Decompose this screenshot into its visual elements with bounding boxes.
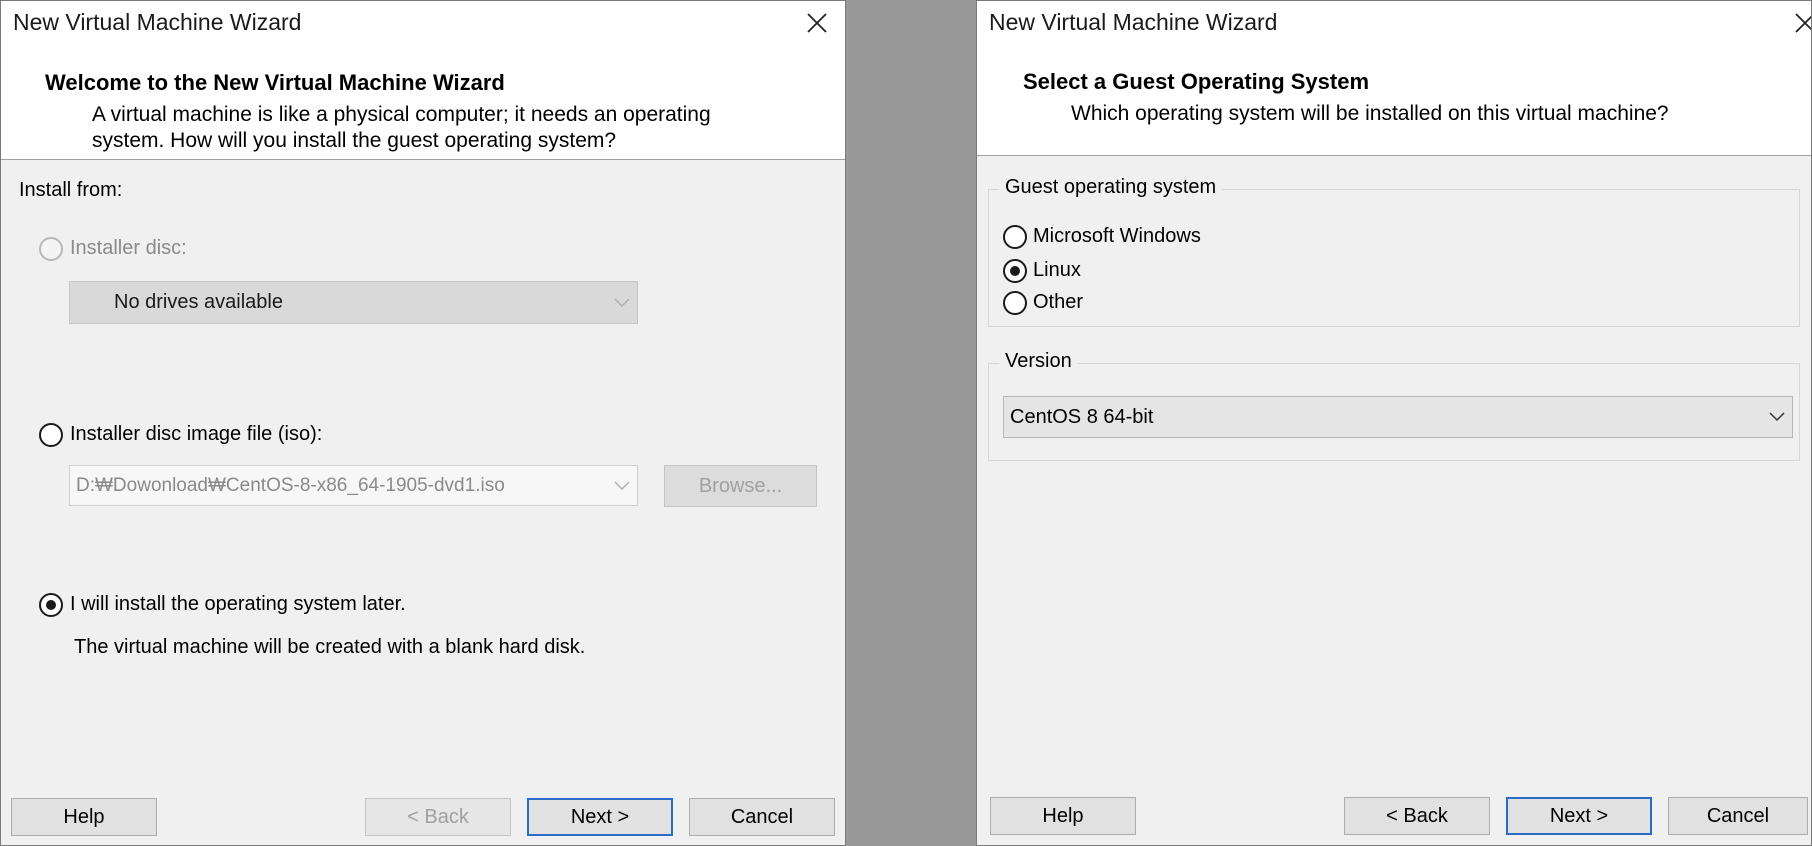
version-group-title: Version (999, 350, 1078, 373)
chevron-down-icon (607, 297, 637, 308)
wizard-header: Welcome to the New Virtual Machine Wizar… (1, 43, 845, 160)
back-button[interactable]: < Back (365, 798, 511, 836)
next-button[interactable]: Next > (1506, 797, 1652, 835)
wizard-window-guest-os: New Virtual Machine Wizard Select a Gues… (976, 0, 1812, 846)
install-later-note: The virtual machine will be created with… (74, 636, 586, 658)
close-button[interactable] (1785, 5, 1811, 41)
version-select[interactable]: CentOS 8 64-bit (1003, 396, 1793, 438)
wizard-header: Select a Guest Operating System Which op… (977, 43, 1811, 156)
guest-os-group: Guest operating system Microsoft Windows… (988, 176, 1800, 327)
os-radio-windows[interactable] (1003, 225, 1027, 249)
installer-disc-radio[interactable] (39, 237, 63, 261)
os-radio-linux[interactable] (1003, 259, 1027, 283)
os-label-other: Other (1033, 291, 1084, 313)
iso-path-combo[interactable]: D:₩Dowonload₩CentOS-8-x86_64-1905-dvd1.i… (69, 465, 638, 506)
chevron-down-icon (1762, 412, 1792, 422)
install-later-label: I will install the operating system late… (70, 593, 406, 615)
wizard-window-install-source: New Virtual Machine Wizard Welcome to th… (0, 0, 846, 846)
cancel-button[interactable]: Cancel (689, 798, 835, 836)
title-bar: New Virtual Machine Wizard (977, 1, 1811, 43)
drive-select-value: No drives available (114, 291, 283, 313)
help-button[interactable]: Help (990, 797, 1136, 835)
next-button[interactable]: Next > (527, 798, 673, 836)
install-from-label: Install from: (19, 179, 123, 201)
iso-file-radio[interactable] (39, 423, 63, 447)
guest-os-group-title: Guest operating system (999, 176, 1223, 199)
close-button[interactable] (797, 5, 837, 41)
os-label-windows: Microsoft Windows (1033, 225, 1201, 247)
wizard-description: Which operating system will be installed… (1071, 102, 1669, 125)
close-icon (807, 13, 827, 33)
version-select-value: CentOS 8 64-bit (1010, 405, 1154, 428)
iso-file-label: Installer disc image file (iso): (70, 423, 323, 445)
os-radio-other[interactable] (1003, 291, 1027, 315)
wizard-content: Guest operating system Microsoft Windows… (977, 155, 1811, 845)
wizard-content: Install from: Installer disc: No drives … (1, 159, 845, 845)
drive-select[interactable]: No drives available (69, 281, 638, 324)
back-button[interactable]: < Back (1344, 797, 1490, 835)
browse-button[interactable]: Browse... (664, 465, 817, 507)
chevron-down-icon (607, 480, 637, 491)
install-later-radio[interactable] (39, 593, 63, 617)
close-icon (1795, 13, 1811, 33)
iso-path-value: D:₩Dowonload₩CentOS-8-x86_64-1905-dvd1.i… (76, 474, 505, 496)
wizard-heading: Select a Guest Operating System (1023, 69, 1370, 94)
installer-disc-label: Installer disc: (70, 237, 187, 259)
os-label-linux: Linux (1033, 259, 1081, 281)
help-button[interactable]: Help (11, 798, 157, 836)
cancel-button[interactable]: Cancel (1668, 797, 1808, 835)
window-title: New Virtual Machine Wizard (13, 9, 302, 35)
wizard-description: A virtual machine is like a physical com… (92, 103, 711, 152)
title-bar: New Virtual Machine Wizard (1, 1, 845, 43)
wizard-heading: Welcome to the New Virtual Machine Wizar… (45, 70, 505, 95)
window-title: New Virtual Machine Wizard (989, 9, 1278, 35)
version-group: Version CentOS 8 64-bit (988, 350, 1800, 461)
